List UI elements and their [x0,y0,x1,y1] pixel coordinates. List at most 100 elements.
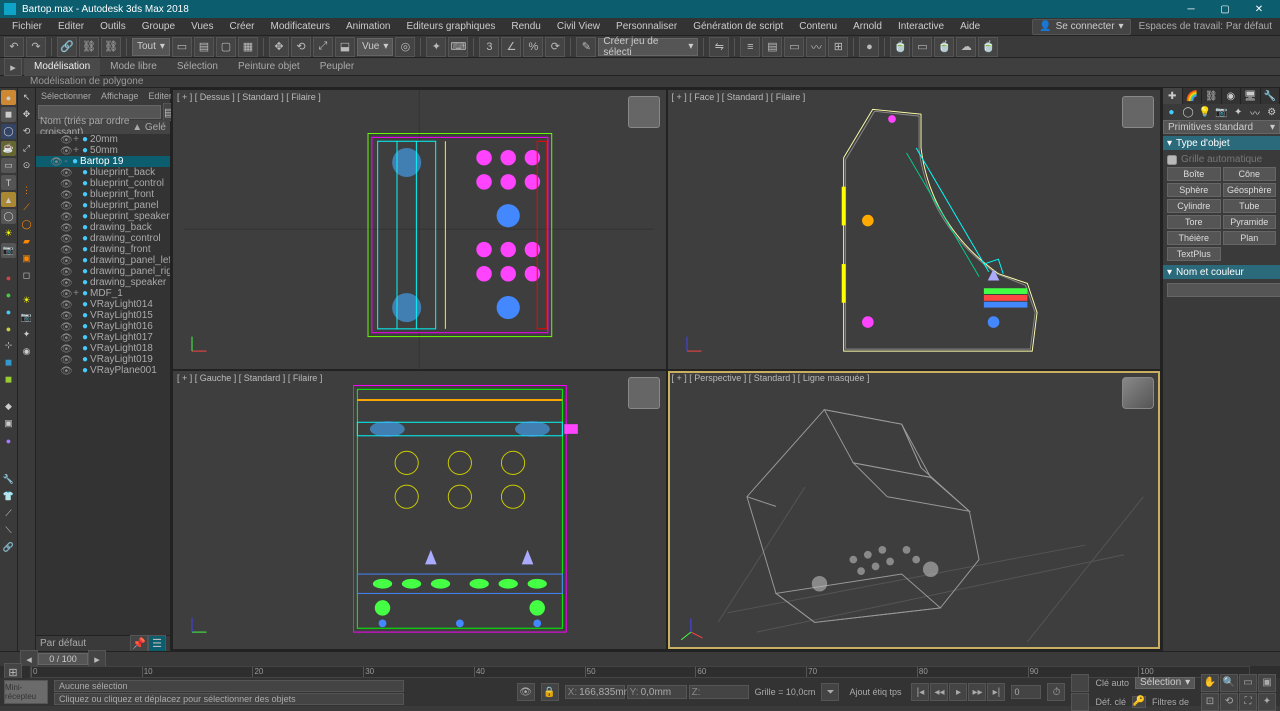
visibility-icon[interactable]: 👁 [60,223,70,233]
autogrid-checkbox[interactable]: Grille automatique [1167,154,1276,165]
orbit-button[interactable]: ⟲ [1220,693,1238,711]
angle-snap-button[interactable]: ∠ [501,37,521,57]
visibility-icon[interactable]: 👁 [60,278,70,288]
se-display-menu[interactable]: Affichage [96,91,143,101]
visibility-icon[interactable]: 👁 [60,135,70,145]
visibility-icon[interactable]: 👁 [60,267,70,277]
cone-icon[interactable]: ▲ [1,192,16,207]
primitive-button[interactable]: Pyramide [1223,215,1277,229]
select-scale-button[interactable]: ⤢ [313,37,333,57]
play-button[interactable]: ▸ [949,683,967,701]
menu-personnaliser[interactable]: Personnaliser [608,18,685,36]
time-config-button[interactable]: ⏱ [1047,683,1065,701]
timetag-button[interactable]: ⏷ [821,683,839,701]
redo-button[interactable]: ↷ [26,37,46,57]
mini-listener[interactable]: Mini-récepteu [4,680,48,704]
tree-node[interactable]: 👁●blueprint_speaker [36,211,170,222]
use-center-button[interactable]: ◎ [395,37,415,57]
bone2-icon[interactable]: ⟍ [1,523,16,538]
helper2-icon[interactable]: ✦ [19,327,34,342]
se-list-button[interactable]: ☰ [148,635,166,653]
blue-dot-icon[interactable]: ● [1,304,16,319]
menu-groupe[interactable]: Groupe [134,18,183,36]
primitive-type-dropdown[interactable]: Primitives standard▾ [1163,120,1280,134]
menu-editer[interactable]: Editer [50,18,92,36]
visibility-icon[interactable]: 👁 [60,289,70,299]
align-button[interactable]: ≡ [740,37,760,57]
scale-icon[interactable]: ⤢ [19,141,34,156]
maximize-button[interactable]: ▢ [1208,0,1242,18]
systems-cat[interactable]: ⚙ [1263,104,1280,120]
element-icon[interactable]: ▣ [19,251,34,266]
ribbon-tab[interactable]: Peinture objet [228,58,310,76]
select-move-button[interactable]: ✥ [269,37,289,57]
select-object-button[interactable]: ▭ [172,37,192,57]
render-production-button[interactable]: 🍵 [934,37,954,57]
zoom-extents-button[interactable]: ⊡ [1201,693,1219,711]
visibility-icon[interactable]: 👁 [60,355,70,365]
cursor-icon[interactable]: ↖ [19,90,34,105]
layer-explorer-button[interactable]: ▤ [762,37,782,57]
primitive-button[interactable]: Géosphère [1223,183,1277,197]
primitive-button[interactable]: Plan [1223,231,1277,245]
menu-arnold[interactable]: Arnold [845,18,890,36]
display-tab[interactable]: 🖥 [1241,88,1261,104]
misc-icon-2[interactable]: ▣ [1,416,16,431]
menu-fichier[interactable]: Fichier [4,18,50,36]
time-slider-knob[interactable]: 0 / 100 [38,653,88,665]
motion-tab[interactable]: ◉ [1222,88,1242,104]
tree-node[interactable]: 👁+●50mm [36,145,170,156]
unlink-button[interactable]: ⛓ [79,37,99,57]
tree-node[interactable]: 👁●VRayLight019 [36,354,170,365]
visibility-icon[interactable]: 👁 [50,157,60,167]
move-icon[interactable]: ✥ [19,107,34,122]
menu-rendu[interactable]: Rendu [503,18,548,36]
render-cloud-button[interactable]: ☁ [956,37,976,57]
cylinder-icon[interactable]: ◯ [1,124,16,139]
visibility-icon[interactable]: 👁 [60,300,70,310]
cam2-icon[interactable]: 📷 [19,310,34,325]
tree-node[interactable]: 👁●drawing_speaker [36,277,170,288]
zoom-all-button[interactable]: ▣ [1258,674,1276,692]
box-icon[interactable]: ◼ [1,107,16,122]
helpers-cat[interactable]: ✦ [1230,104,1247,120]
visibility-icon[interactable]: 👁 [60,234,70,244]
material-editor-button[interactable]: ● [859,37,879,57]
link2-icon[interactable]: 🔗 [1,540,16,555]
close-button[interactable]: ✕ [1242,0,1276,18]
render-setup-button[interactable]: 🍵 [890,37,910,57]
select-manipulate-button[interactable]: ✦ [426,37,446,57]
tree-node[interactable]: 👁●blueprint_back [36,167,170,178]
modify-tab[interactable]: 🌈 [1183,88,1203,104]
tool-icon[interactable]: 🔧 [1,472,16,487]
select-place-button[interactable]: ⬓ [335,37,355,57]
red-dot-icon[interactable]: ● [1,270,16,285]
light2-icon[interactable]: ☀ [19,293,34,308]
undo-button[interactable]: ↶ [4,37,24,57]
poly-icon[interactable]: ▰ [19,234,34,249]
visibility-icon[interactable]: 👁 [60,146,70,156]
sphere-icon[interactable]: ● [1,90,16,105]
tree-node[interactable]: 👁●VRayLight018 [36,343,170,354]
tree-node[interactable]: 👁●VRayPlane001 [36,365,170,376]
menu-civil view[interactable]: Civil View [549,18,608,36]
tree-node[interactable]: 👁●drawing_panel_right [36,266,170,277]
misc-icon[interactable]: ◆ [1,399,16,414]
ribbon-tab[interactable]: Mode libre [100,58,167,76]
tree-node[interactable]: 👁●drawing_front [36,244,170,255]
visibility-icon[interactable]: 👁 [60,333,70,343]
toggle-ribbon-button[interactable]: ▭ [784,37,804,57]
tree-node[interactable]: 👁+●MDF_1 [36,288,170,299]
tree-node[interactable]: 👁●blueprint_front [36,189,170,200]
primitive-button[interactable]: Cylindre [1167,199,1221,213]
primitive-button[interactable]: Tube [1223,199,1277,213]
menu-créer[interactable]: Créer [221,18,262,36]
border-icon[interactable]: ◯ [19,217,34,232]
rollout-object-type[interactable]: ▾Type d'objet [1163,136,1280,150]
curve-editor-button[interactable]: 〰 [806,37,826,57]
object-name-input[interactable] [1167,283,1280,297]
camera-icon[interactable]: 📷 [1,243,16,258]
render-frame-button[interactable]: ▭ [912,37,932,57]
menu-interactive[interactable]: Interactive [890,18,952,36]
viewport-front[interactable]: [ + ] [ Face ] [ Standard ] [ Filaire ] [668,90,1161,369]
